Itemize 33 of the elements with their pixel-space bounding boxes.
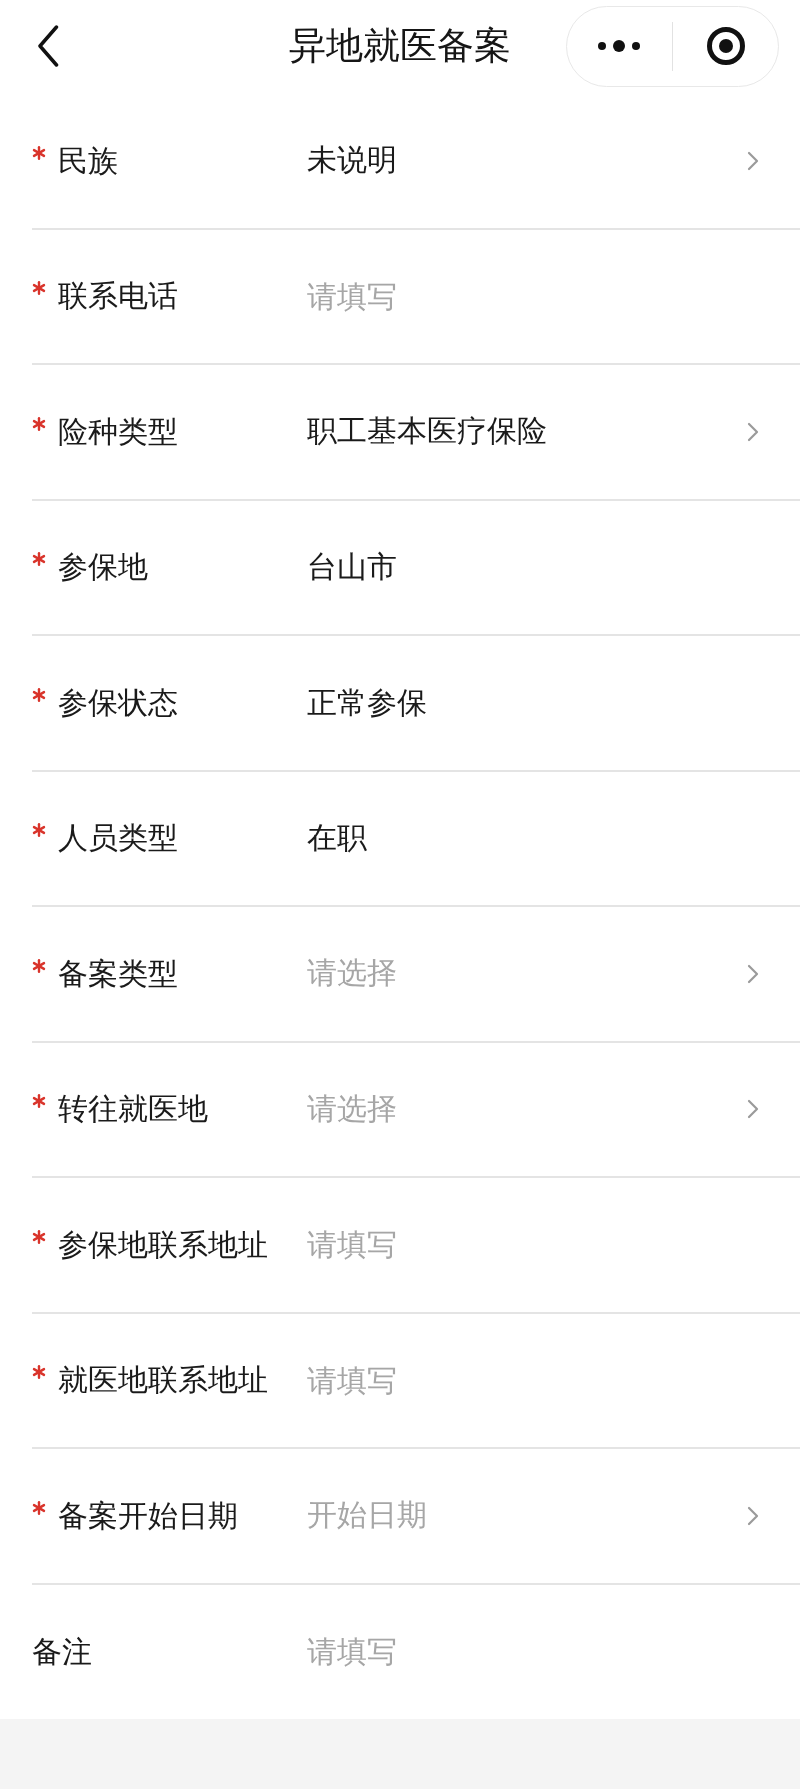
picker-field[interactable]: 未说明 [307, 139, 759, 182]
chevron-right-icon [747, 963, 759, 984]
field-label: 备注 [32, 1632, 92, 1671]
field-label: 参保地 [58, 548, 148, 587]
chevron-right-icon [747, 1099, 759, 1120]
field-label: 民族 [58, 141, 118, 180]
chevron-right-icon [747, 1505, 759, 1526]
text-input[interactable]: 请填写 [307, 1223, 759, 1266]
field-label: 人员类型 [58, 819, 178, 858]
text-input[interactable]: 请填写 [307, 275, 759, 318]
picker-field[interactable]: 职工基本医疗保险 [307, 410, 759, 453]
text-input[interactable]: 请填写 [307, 1630, 759, 1673]
field-label: 转往就医地 [58, 1090, 208, 1129]
chevron-right-icon [747, 421, 759, 442]
field-value: 正常参保 [307, 683, 427, 722]
field-label: 联系电话 [58, 277, 178, 316]
text-input[interactable]: 请填写 [307, 1359, 759, 1402]
more-icon[interactable] [598, 40, 641, 52]
picker-field[interactable]: 请选择 [307, 1088, 759, 1131]
back-icon[interactable] [37, 25, 59, 67]
field-label: 备案类型 [58, 954, 178, 993]
page-title: 异地就医备案 [289, 24, 511, 68]
picker-field[interactable]: 请选择 [307, 952, 759, 995]
field-value: 台山市 [307, 548, 397, 587]
field-label: 备案开始日期 [58, 1496, 238, 1535]
field-label: 参保地联系地址 [58, 1225, 268, 1264]
field-label: 参保状态 [58, 683, 178, 722]
field-label: 险种类型 [58, 412, 178, 451]
ring-dot-icon[interactable] [706, 27, 745, 65]
chevron-right-icon [747, 150, 759, 171]
field-label: 就医地联系地址 [58, 1361, 268, 1400]
field-value: 在职 [307, 819, 367, 858]
picker-field[interactable]: 开始日期 [307, 1494, 759, 1537]
